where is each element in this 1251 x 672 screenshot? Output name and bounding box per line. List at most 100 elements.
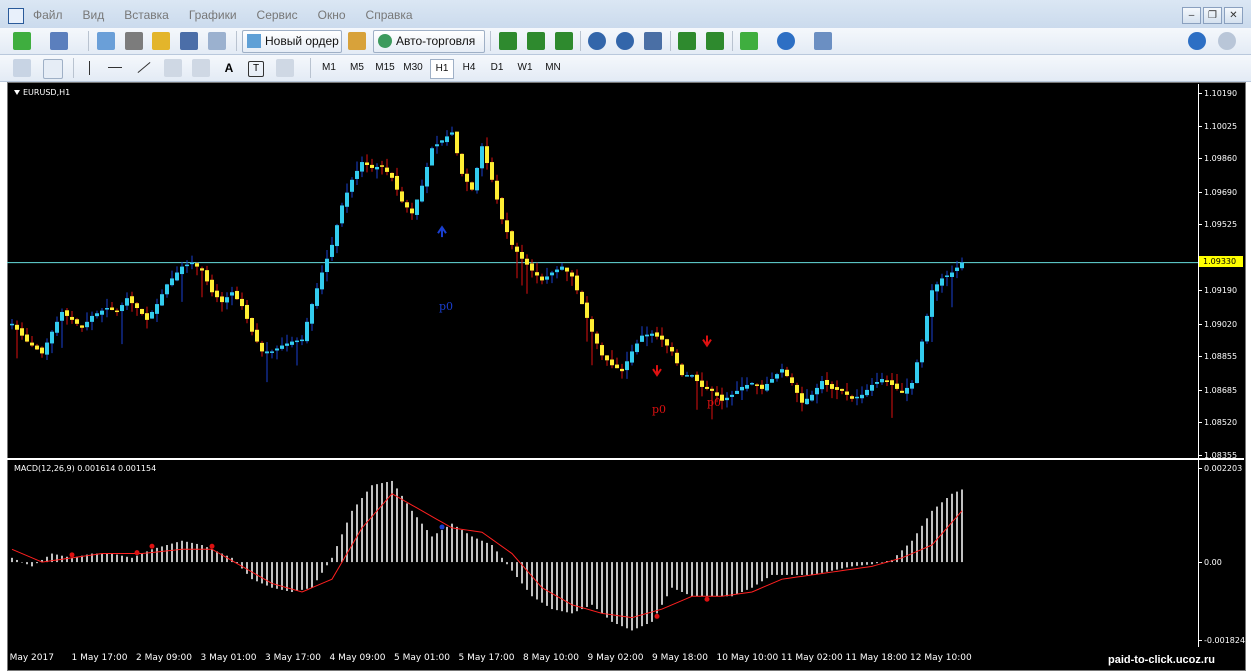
data-window-icon[interactable]	[125, 32, 143, 50]
candle	[275, 345, 279, 360]
new-order-button[interactable]: Новый ордер	[242, 30, 342, 53]
macd-bar	[156, 547, 158, 563]
candle	[405, 199, 409, 213]
timeframe-d1[interactable]: D1	[486, 59, 508, 77]
tile-windows-icon[interactable]	[644, 32, 662, 50]
candle	[870, 378, 874, 397]
price-tick	[1199, 290, 1202, 292]
profiles-icon[interactable]	[50, 32, 68, 50]
macd-bar	[256, 562, 258, 582]
navigator-icon[interactable]	[152, 32, 170, 50]
candle	[125, 292, 129, 310]
fibonacci-icon[interactable]	[192, 59, 210, 77]
price-axis[interactable]: 1.10190 1.10025 1.09860 1.09690 1.09525 1.091…	[1198, 84, 1245, 460]
market-watch-icon[interactable]	[97, 32, 115, 50]
candlestick-icon[interactable]	[527, 32, 545, 50]
bar-chart-icon[interactable]	[499, 32, 517, 50]
search-icon[interactable]	[1188, 32, 1206, 50]
macd-bar	[291, 562, 293, 592]
timeframe-w1[interactable]: W1	[514, 59, 536, 77]
candle	[450, 126, 454, 137]
buy-signal-arrow	[437, 225, 447, 238]
menu-item-6[interactable]: Справка	[366, 8, 413, 22]
minimize-button[interactable]: –	[1182, 7, 1201, 24]
templates-icon[interactable]	[814, 32, 832, 50]
menu-item-0[interactable]: Файл	[33, 8, 63, 22]
line-chart-icon[interactable]	[555, 32, 573, 50]
crosshair-icon[interactable]	[43, 59, 63, 79]
menu-item-2[interactable]: Вставка	[124, 8, 169, 22]
candle	[675, 349, 679, 366]
new-chart-icon[interactable]	[13, 32, 31, 50]
chat-icon[interactable]	[1218, 32, 1236, 50]
macd-bar	[516, 562, 518, 578]
timeframe-h4[interactable]: H4	[458, 59, 480, 77]
price-tick-label: 1.08855	[1204, 352, 1238, 362]
timeframe-h1[interactable]: H1	[430, 59, 454, 79]
candle	[215, 284, 219, 303]
macd-bar	[846, 562, 848, 568]
close-button[interactable]: ✕	[1224, 7, 1243, 24]
timeframe-mn[interactable]: MN	[542, 59, 564, 77]
candle	[265, 341, 269, 383]
timeframe-m30[interactable]: M30	[402, 59, 424, 77]
cursor-icon[interactable]	[13, 59, 31, 77]
candle	[515, 242, 519, 279]
macd-bar	[336, 546, 338, 563]
macd-bar	[186, 541, 188, 563]
macd-signal-marker	[69, 552, 75, 558]
menu-item-1[interactable]: Вид	[83, 8, 105, 22]
timeframe-m15[interactable]: M15	[374, 59, 396, 77]
macd-bar	[531, 562, 533, 597]
candle	[795, 382, 799, 403]
macd-bar	[431, 536, 433, 563]
macd-bar	[401, 495, 403, 563]
arrows-icon[interactable]	[276, 59, 294, 77]
strategy-tester-icon[interactable]	[208, 32, 226, 50]
macd-bar	[181, 540, 183, 563]
timeframe-m1[interactable]: M1	[318, 59, 340, 77]
timeframe-m5[interactable]: M5	[346, 59, 368, 77]
candle	[480, 143, 484, 177]
indicators-icon[interactable]	[740, 32, 758, 50]
horizontal-line-icon[interactable]	[108, 59, 126, 77]
chart-shift-icon[interactable]	[706, 32, 724, 50]
macd-bar	[171, 543, 173, 563]
menu-item-4[interactable]: Сервис	[257, 8, 298, 22]
text-label-icon[interactable]: T	[248, 61, 264, 77]
macd-bar	[456, 526, 458, 563]
zoom-in-icon[interactable]	[588, 32, 606, 50]
menu-item-5[interactable]: Окно	[318, 8, 346, 22]
candle	[525, 254, 529, 294]
macd-subwindow[interactable]	[7, 460, 1198, 647]
candle	[395, 167, 399, 196]
equidistant-channel-icon[interactable]	[164, 59, 182, 77]
terminal-icon[interactable]	[180, 32, 198, 50]
candle	[770, 372, 774, 383]
periods-icon[interactable]	[777, 32, 795, 50]
candle	[260, 340, 264, 357]
auto-trading-button[interactable]: Авто-торговля	[373, 30, 485, 53]
metaeditor-icon[interactable]	[348, 32, 366, 50]
zoom-out-icon[interactable]	[616, 32, 634, 50]
macd-bar	[751, 562, 753, 588]
candle	[435, 135, 439, 154]
macd-axis[interactable]: 0.002203 0.00 -0.001824	[1198, 460, 1245, 647]
macd-bar	[176, 542, 178, 563]
text-icon[interactable]: A	[220, 59, 238, 77]
price-chart[interactable]: p0 p0 p0	[7, 84, 1198, 458]
candle	[840, 388, 844, 395]
macd-bar	[331, 557, 333, 563]
time-axis[interactable]: 1 May 2017 1 May 17:00 2 May 09:00 3 May 01…	[1, 647, 1198, 669]
candle	[330, 236, 334, 262]
restore-button[interactable]: ❐	[1203, 7, 1222, 24]
chart-menu-triangle-icon[interactable]	[14, 90, 20, 95]
vertical-line-icon[interactable]	[80, 59, 98, 77]
menu-item-3[interactable]: Графики	[189, 8, 237, 22]
trendline-icon[interactable]	[136, 59, 154, 77]
candle	[430, 146, 434, 166]
auto-scroll-icon[interactable]	[678, 32, 696, 50]
macd-bar	[836, 562, 838, 570]
candle	[575, 269, 579, 295]
macd-bar	[691, 562, 693, 597]
